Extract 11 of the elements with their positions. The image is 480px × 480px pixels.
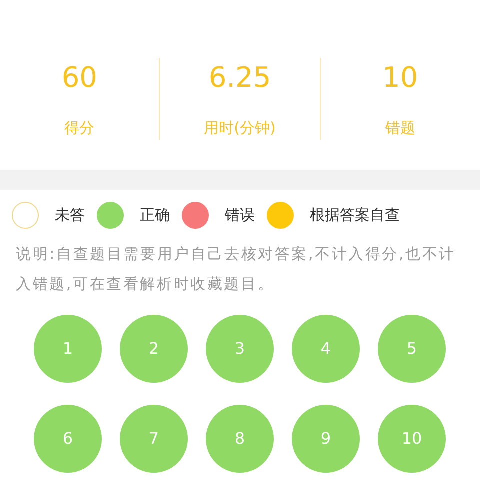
legend-label: 未答: [55, 205, 85, 226]
legend-label: 根据答案自查: [310, 205, 400, 226]
stat-value: 6.25: [208, 60, 272, 96]
stat-value: 10: [382, 60, 418, 96]
stat-value: 60: [62, 60, 98, 96]
note-text: 说明:自查题目需要用户自己去核对答案,不计入得分,也不计入错题,可在查看解析时收藏题目。: [15, 244, 457, 295]
stat-label: 得分: [64, 118, 95, 139]
stat-label: 错题: [385, 118, 416, 139]
stat-label: 用时(分钟): [204, 118, 276, 139]
legend-label: 错误: [225, 205, 255, 226]
legend-label: 正确: [140, 205, 170, 226]
